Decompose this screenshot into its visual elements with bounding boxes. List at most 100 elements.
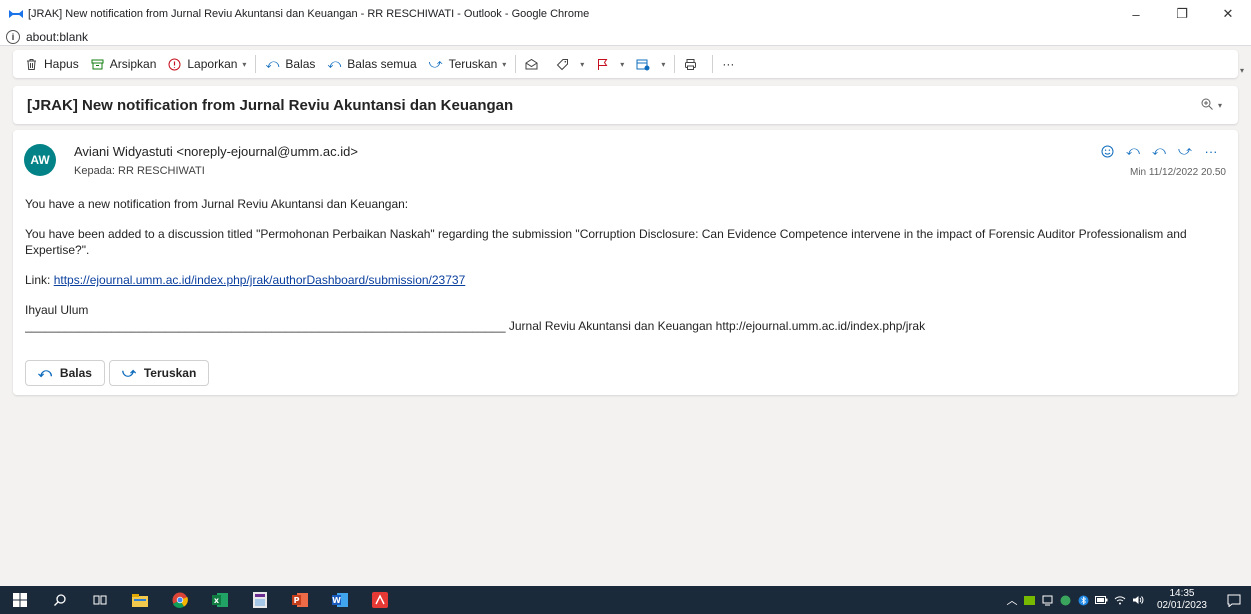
move-to-folder-icon <box>636 58 650 71</box>
close-button[interactable]: ✕ <box>1205 0 1251 28</box>
delete-label: Hapus <box>44 57 79 71</box>
body-paragraph: You have been added to a discussion titl… <box>25 227 1187 257</box>
report-button[interactable]: Laporkan ▾ <box>162 52 252 76</box>
file-explorer-icon[interactable] <box>120 586 160 614</box>
bluetooth-icon[interactable] <box>1075 595 1093 606</box>
mark-read-button[interactable] <box>519 52 550 76</box>
delete-button[interactable]: Hapus <box>19 52 85 76</box>
battery-icon[interactable] <box>1093 596 1111 604</box>
windows-start-icon[interactable] <box>0 586 40 614</box>
message-body: You have a new notification from Jurnal … <box>25 196 1230 334</box>
chevron-down-icon[interactable]: ▾ <box>580 60 584 69</box>
chevron-down-icon[interactable]: ▾ <box>502 60 506 69</box>
zoom-button[interactable]: ▾ <box>1200 97 1222 114</box>
taskbar-clock[interactable]: 14:35 02/01/2023 <box>1157 588 1207 612</box>
forward-button[interactable]: ⤻ Teruskan <box>108 360 210 386</box>
body-paragraph: You have a new notification from Jurnal … <box>25 197 409 211</box>
search-icon[interactable] <box>40 586 80 614</box>
window-title: [JRAK] New notification from Jurnal Revi… <box>28 8 590 20</box>
reply-button[interactable]: ⤺ Balas <box>259 52 321 76</box>
browser-title-bar: [JRAK] New notification from Jurnal Revi… <box>0 0 1251 28</box>
forward-icon: ⤻ <box>428 56 443 71</box>
report-label: Laporkan <box>187 57 238 71</box>
envelope-open-icon <box>525 58 538 71</box>
reply-all-button[interactable]: ⤺ Balas semua <box>321 52 422 76</box>
clock-time: 14:35 <box>1169 588 1195 599</box>
svg-text:P: P <box>294 596 300 605</box>
word-icon[interactable]: W <box>320 586 360 614</box>
chrome-icon[interactable] <box>160 586 200 614</box>
toolbar-divider <box>712 55 714 73</box>
message-card: AW Aviani Widyastuti <noreply-ejournal@u… <box>13 130 1238 395</box>
submission-link[interactable]: https://ejournal.umm.ac.id/index.php/jra… <box>54 273 466 287</box>
print-icon <box>684 58 697 71</box>
reply-buttons: ⤺ Balas ⤻ Teruskan <box>25 360 210 386</box>
svg-text:W: W <box>332 596 341 605</box>
trash-icon <box>25 58 38 71</box>
tag-icon <box>556 58 569 71</box>
wifi-icon[interactable] <box>1111 595 1129 605</box>
reply-label: Balas <box>285 57 316 71</box>
reply-icon[interactable]: ⤺ <box>1122 140 1144 162</box>
address-bar[interactable]: i about:blank <box>0 28 1251 46</box>
calculator-app-icon[interactable] <box>240 586 280 614</box>
minimize-button[interactable]: – <box>1113 0 1159 28</box>
archive-label: Arsipkan <box>109 57 157 71</box>
device-icon[interactable] <box>1039 595 1057 606</box>
reply-button[interactable]: ⤺ Balas <box>25 360 105 386</box>
signature-name: Ihyaul Ulum <box>25 303 89 317</box>
message-date: Min 11/12/2022 20.50 <box>1129 167 1226 178</box>
categorize-button[interactable]: ▾ <box>550 52 590 76</box>
more-actions-button[interactable]: ··· <box>716 52 740 76</box>
email-subject: [JRAK] New notification from Jurnal Revi… <box>27 96 514 114</box>
message-toolbar: Hapus Arsipkan Laporkan ▾ ⤺ Balas ⤺ Bala… <box>13 50 1238 78</box>
reply-icon: ⤺ <box>38 365 52 380</box>
chevron-up-icon[interactable]: ︿ <box>1003 592 1021 608</box>
chevron-down-icon[interactable]: ▾ <box>661 60 665 69</box>
chevron-down-icon[interactable]: ▾ <box>620 60 624 69</box>
link-label: Link: <box>25 273 54 287</box>
forward-icon[interactable]: ⤻ <box>1174 140 1196 162</box>
more-icon: ··· <box>722 57 735 71</box>
excel-icon[interactable]: x <box>200 586 240 614</box>
flag-button[interactable]: ▾ <box>590 52 630 76</box>
more-icon[interactable]: ··· <box>1200 140 1222 162</box>
forward-button[interactable]: ⤻ Teruskan ▾ <box>423 52 513 76</box>
notification-center-icon[interactable] <box>1217 594 1251 607</box>
info-icon[interactable]: i <box>6 29 20 44</box>
sender-name[interactable]: Aviani Widyastuti <noreply-ejournal@umm.… <box>74 144 358 159</box>
pdf-reader-icon[interactable] <box>360 586 400 614</box>
security-icon[interactable] <box>1057 595 1075 606</box>
rules-button[interactable]: ▾ <box>630 52 671 76</box>
restore-button[interactable]: ❐ <box>1159 0 1205 28</box>
chevron-down-icon[interactable]: ▾ <box>242 60 246 69</box>
system-tray: ︿ 14:35 02/01/2023 <box>1003 586 1251 614</box>
reply-all-icon: ⤺ <box>327 56 342 71</box>
archive-icon <box>91 58 104 71</box>
toolbar-divider <box>515 55 517 73</box>
forward-label: Teruskan <box>143 366 197 380</box>
toolbar-divider <box>674 55 676 73</box>
reply-icon: ⤺ <box>265 56 280 71</box>
windows-taskbar: x P W ︿ 14:35 02/01/2023 <box>0 586 1251 614</box>
report-shield-icon <box>168 58 181 71</box>
emoji-react-icon[interactable] <box>1096 140 1118 162</box>
archive-button[interactable]: Arsipkan <box>85 52 163 76</box>
toolbar-overflow-chevron-icon[interactable]: ▾ <box>1240 66 1244 75</box>
reply-all-icon[interactable]: ⤺ <box>1148 140 1170 162</box>
clock-date: 02/01/2023 <box>1156 600 1207 611</box>
forward-icon: ⤻ <box>121 365 136 380</box>
signature-line: ________________________________________… <box>25 319 926 333</box>
volume-icon[interactable] <box>1129 595 1147 605</box>
nvidia-icon[interactable] <box>1021 595 1039 605</box>
message-actions: ⤺ ⤺ ⤻ ··· <box>1096 140 1222 162</box>
flag-icon <box>596 58 609 71</box>
reply-label: Balas <box>59 366 92 380</box>
toolbar-divider <box>255 55 257 73</box>
chevron-down-icon: ▾ <box>1217 100 1222 110</box>
powerpoint-icon[interactable]: P <box>280 586 320 614</box>
avatar[interactable]: AW <box>24 144 56 176</box>
task-view-icon[interactable] <box>80 586 120 614</box>
outlook-popup-icon <box>8 9 24 19</box>
print-button[interactable] <box>678 52 709 76</box>
